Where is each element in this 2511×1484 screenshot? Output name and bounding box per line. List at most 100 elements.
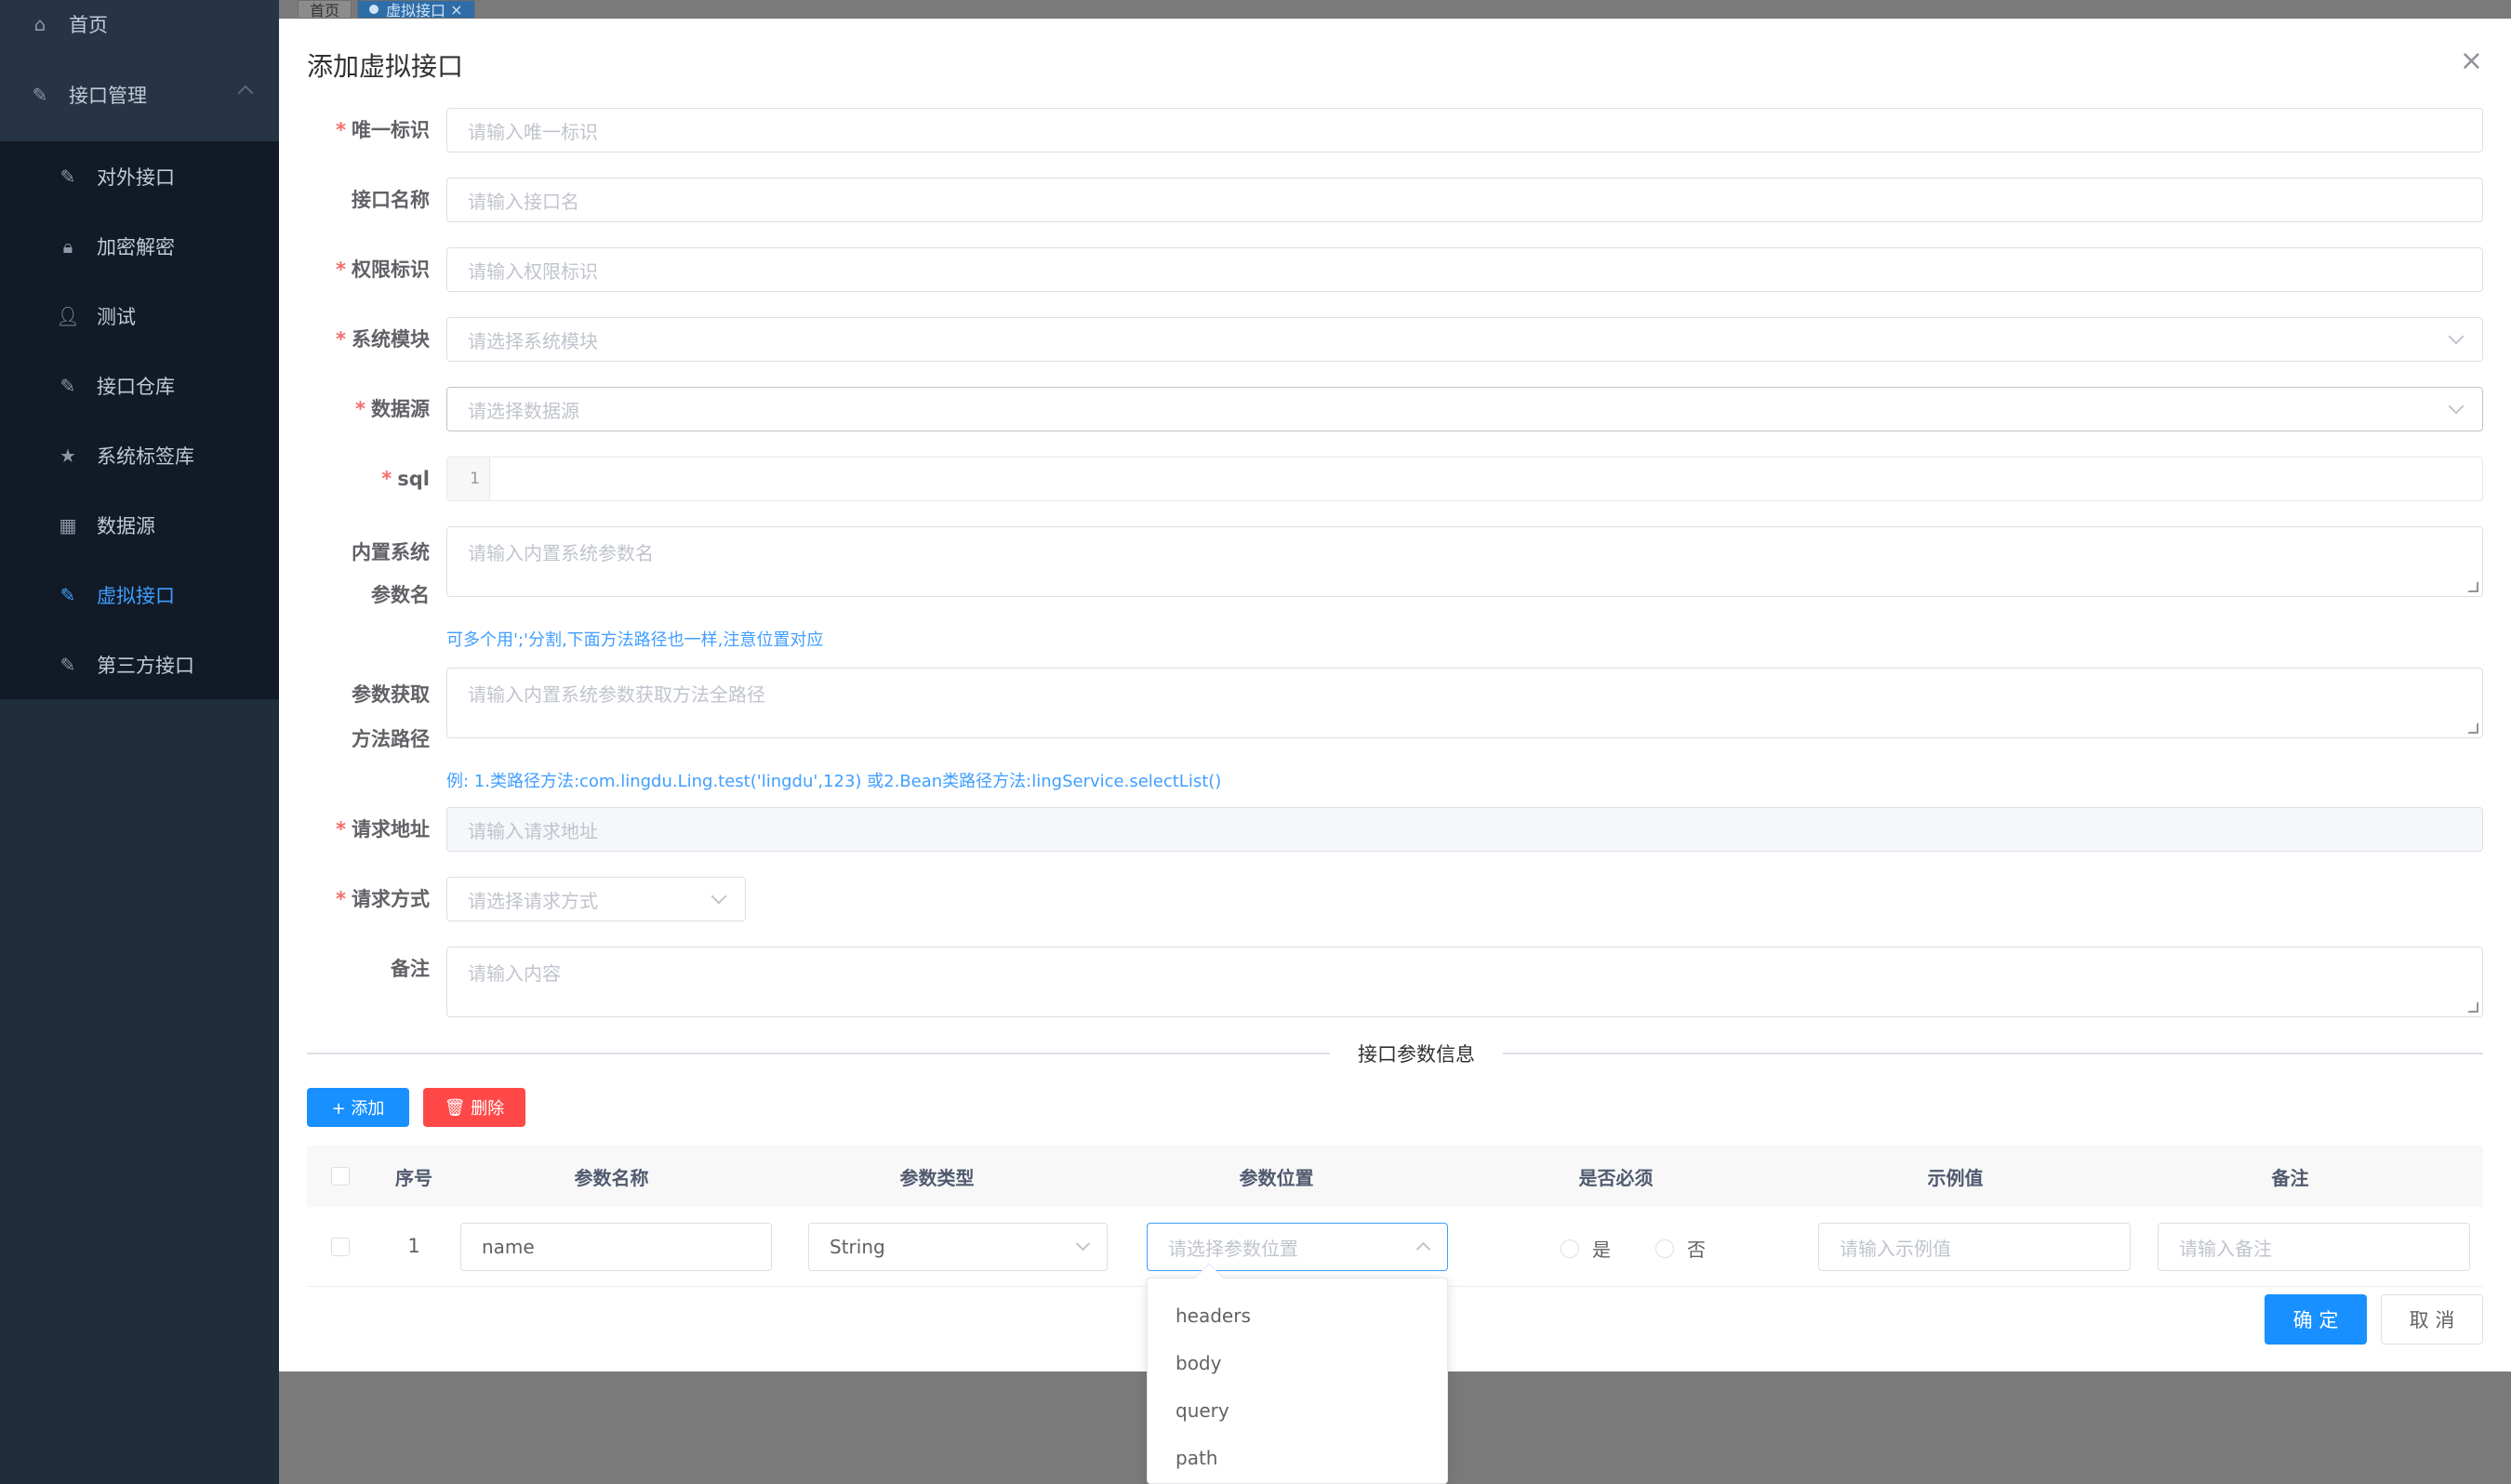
plug-icon: ✎ [60, 583, 76, 606]
field-label: 权限标识 [352, 258, 430, 281]
chevron-up-icon [1415, 1241, 1431, 1257]
row-checkbox[interactable] [331, 1238, 350, 1256]
form-row-uid: * 唯一标识 请输入唯一标识 [307, 108, 2483, 152]
cancel-button[interactable]: 取 消 [2381, 1294, 2483, 1345]
star-icon: ★ [60, 444, 76, 467]
param-type-select[interactable]: String [808, 1223, 1108, 1271]
param-remark-input[interactable]: 请输入备注 [2158, 1223, 2470, 1271]
user-icon: 👤︎ [56, 304, 80, 327]
section-title: 接口参数信息 [1330, 1040, 1503, 1067]
field-label: 接口名称 [352, 189, 430, 211]
form-row-datasource: * 数据源 请选择数据源 [307, 387, 2483, 431]
sidebar-item-tag-lib[interactable]: ★ 系统标签库 [0, 420, 279, 490]
example-value-input[interactable]: 请输入示例值 [1818, 1223, 2131, 1271]
sidebar-item-test[interactable]: 👤︎ 测试 [0, 281, 279, 351]
tag-virtual-api[interactable]: 虚拟接口 × [357, 0, 475, 20]
column-header: 参数类型 [899, 1166, 975, 1189]
resize-handle-icon[interactable] [2467, 1001, 2478, 1013]
dropdown-option-headers[interactable]: headers [1148, 1292, 1447, 1339]
close-icon[interactable]: × [2460, 45, 2483, 77]
field-label: 数据源 [371, 398, 430, 420]
field-label: 请求方式 [352, 888, 430, 910]
sidebar-group-label: 接口管理 [69, 85, 147, 107]
tag-home[interactable]: 首页 [298, 0, 352, 20]
method-path-textarea[interactable]: 请输入内置系统参数获取方法全路径 [446, 668, 2483, 738]
module-select[interactable]: 请选择系统模块 [446, 317, 2483, 362]
table-row: 1 name String 请选择参数位置 是 否 请输入示例值 请输入备注 [307, 1207, 2483, 1287]
builtin-params-textarea[interactable]: 请输入内置系统参数名 [446, 526, 2483, 597]
sidebar-item-encrypt[interactable]: 🔒︎ 加密解密 [0, 211, 279, 281]
lock-icon: 🔒︎ [62, 234, 73, 258]
field-label: sql [397, 468, 430, 490]
table-icon: ▦ [59, 513, 77, 537]
uid-input[interactable]: 请输入唯一标识 [446, 108, 2483, 152]
field-label: 内置系统 [352, 541, 430, 563]
close-icon[interactable]: × [450, 1, 462, 19]
table-header: 序号 参数名称 参数类型 参数位置 是否必须 示例值 备注 [307, 1146, 2483, 1207]
chevron-down-icon [711, 888, 727, 905]
field-label: 备注 [391, 958, 430, 980]
form-row-builtin-params: 内置系统参数名 请输入内置系统参数名 可多个用';'分割,下面方法路径也一样,注… [307, 526, 2483, 650]
sidebar-item-third-party[interactable]: ✎ 第三方接口 [0, 629, 279, 699]
plug-icon: ✎ [60, 374, 76, 397]
column-header: 示例值 [1927, 1166, 1984, 1189]
dot-icon [369, 5, 379, 14]
delete-param-button[interactable]: 🗑︎ 删除 [423, 1088, 525, 1127]
plug-icon: ✎ [32, 84, 48, 106]
sidebar: ⌂ 首页 ✎ 接口管理 ✎ 对外接口 🔒︎ 加密解密 👤︎ 测试 ✎ 接口仓库 … [0, 0, 279, 1484]
form-row-name: 接口名称 请输入接口名 [307, 178, 2483, 222]
sidebar-item-virtual-api[interactable]: ✎ 虚拟接口 [0, 560, 279, 629]
resize-handle-icon[interactable] [2467, 581, 2478, 592]
field-label: 系统模块 [352, 328, 430, 351]
dropdown-option-query[interactable]: query [1148, 1386, 1447, 1434]
form-row-remark: 备注 请输入内容 [307, 947, 2483, 1017]
param-position-select[interactable]: 请选择参数位置 [1147, 1223, 1448, 1271]
remark-textarea[interactable]: 请输入内容 [446, 947, 2483, 1017]
sidebar-item-label: 首页 [69, 14, 108, 36]
dropdown-option-body[interactable]: body [1148, 1339, 1447, 1386]
required-no-radio[interactable]: 否 [1655, 1235, 1706, 1262]
tags-view: 首页 虚拟接口 × [298, 0, 481, 20]
plug-icon: ✎ [60, 165, 76, 188]
builtin-params-hint: 可多个用';'分割,下面方法路径也一样,注意位置对应 [446, 630, 824, 650]
plug-icon: ✎ [60, 653, 76, 676]
submenu: ✎ 对外接口 🔒︎ 加密解密 👤︎ 测试 ✎ 接口仓库 ★ 系统标签库 ▦ 数据… [0, 141, 279, 699]
resize-handle-icon[interactable] [2467, 722, 2478, 734]
select-all-checkbox[interactable] [331, 1167, 350, 1186]
field-label: 参数名 [371, 584, 430, 606]
http-method-select[interactable]: 请选择请求方式 [446, 877, 746, 921]
confirm-button[interactable]: 确 定 [2265, 1294, 2367, 1345]
line-number: 1 [447, 457, 490, 500]
field-label: 唯一标识 [352, 119, 430, 141]
field-label: 方法路径 [352, 728, 430, 750]
sidebar-item-home[interactable]: ⌂ 首页 [0, 0, 279, 48]
sidebar-item-label: 数据源 [97, 514, 155, 537]
trash-icon: 🗑︎ [444, 1097, 472, 1118]
row-index: 1 [407, 1235, 420, 1257]
sidebar-item-external-api[interactable]: ✎ 对外接口 [0, 141, 279, 211]
request-url-input[interactable]: 请输入请求地址 [446, 807, 2483, 852]
sidebar-item-label: 虚拟接口 [97, 584, 175, 607]
sidebar-item-datasource[interactable]: ▦ 数据源 [0, 490, 279, 560]
sidebar-item-label: 对外接口 [97, 166, 175, 189]
sidebar-item-label: 接口仓库 [97, 375, 175, 398]
sidebar-group-api[interactable]: ✎ 接口管理 [0, 48, 279, 141]
dropdown-option-path[interactable]: path [1148, 1434, 1447, 1481]
sql-editor[interactable]: 1 [446, 457, 2483, 501]
param-name-input[interactable]: name [460, 1223, 772, 1271]
sidebar-item-api-repo[interactable]: ✎ 接口仓库 [0, 351, 279, 420]
column-header: 参数位置 [1239, 1166, 1314, 1189]
add-param-button[interactable]: + 添加 [307, 1088, 409, 1127]
datasource-select[interactable]: 请选择数据源 [446, 387, 2483, 431]
home-icon: ⌂ [33, 13, 46, 35]
column-header: 备注 [2271, 1166, 2309, 1189]
column-header: 参数名称 [574, 1166, 649, 1189]
sidebar-item-label: 第三方接口 [97, 654, 194, 677]
sidebar-item-label: 系统标签库 [97, 444, 194, 468]
required-yes-radio[interactable]: 是 [1561, 1235, 1611, 1262]
form-row-url: * 请求地址 请输入请求地址 [307, 807, 2483, 852]
api-name-input[interactable]: 请输入接口名 [446, 178, 2483, 222]
column-header: 是否必须 [1578, 1166, 1654, 1189]
form-row-perm: * 权限标识 请输入权限标识 [307, 247, 2483, 292]
permission-input[interactable]: 请输入权限标识 [446, 247, 2483, 292]
